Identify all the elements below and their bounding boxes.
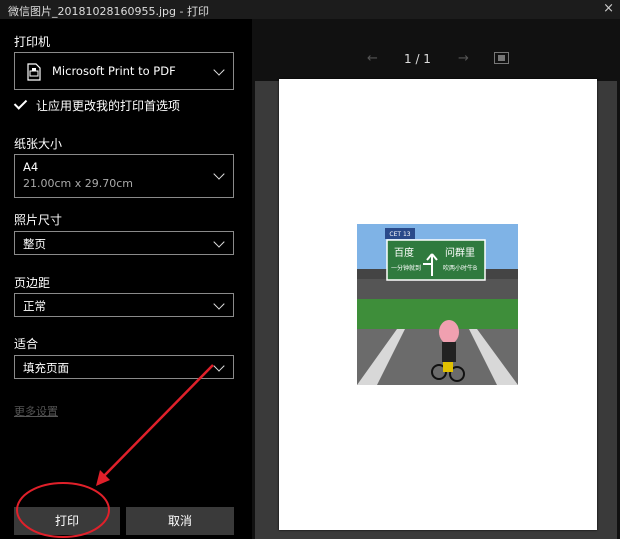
preview-pane: ← 1 / 1 → CET 13 百度 一分钟就到 问群里 吹两小时牛B	[252, 19, 620, 539]
paper-size-detail: 21.00cm x 29.70cm	[23, 177, 134, 190]
paper-size-select[interactable]: A4 21.00cm x 29.70cm	[14, 154, 234, 198]
title-bar: 微信图片_20181028160955.jpg - 打印 ×	[0, 0, 620, 19]
margins-label: 页边距	[14, 276, 51, 290]
settings-panel: 打印机 Microsoft Print to PDF 让应用更改我的打印首选项 …	[0, 19, 252, 539]
checkbox-icon[interactable]	[14, 97, 28, 111]
printer-label: 打印机	[14, 35, 51, 49]
printer-value: Microsoft Print to PDF	[52, 64, 176, 78]
sign-left-sub: 一分钟就到	[391, 264, 421, 272]
chevron-down-icon	[213, 236, 225, 248]
fit-select[interactable]: 填充页面	[14, 355, 234, 379]
next-page-icon[interactable]: →	[458, 51, 469, 66]
print-button[interactable]: 打印	[14, 507, 120, 535]
chevron-down-icon	[213, 298, 225, 310]
printer-select[interactable]: Microsoft Print to PDF	[14, 52, 234, 90]
cancel-button[interactable]: 取消	[126, 507, 234, 535]
fit-value: 填充页面	[23, 361, 69, 375]
paper-preview: CET 13 百度 一分钟就到 问群里 吹两小时牛B	[279, 79, 597, 530]
sign-right-place: 问群里	[445, 246, 475, 259]
window-title: 微信图片_20181028160955.jpg - 打印	[8, 5, 209, 18]
paper-size-value: A4	[23, 160, 39, 174]
margins-value: 正常	[23, 299, 46, 313]
photo-size-label: 照片尺寸	[14, 213, 63, 227]
chevron-down-icon	[213, 360, 225, 372]
margins-select[interactable]: 正常	[14, 293, 234, 317]
photo-thumbnail: CET 13 百度 一分钟就到 问群里 吹两小时牛B	[357, 224, 518, 385]
sign-right-sub: 吹两小时牛B	[443, 264, 477, 272]
fullscreen-icon[interactable]	[494, 52, 509, 64]
photo-size-select[interactable]: 整页	[14, 231, 234, 255]
photo-size-value: 整页	[23, 237, 46, 251]
more-settings-link[interactable]: 更多设置	[14, 403, 58, 419]
sign-plate: CET 13	[389, 231, 410, 238]
allow-app-prefs-label: 让应用更改我的打印首选项	[36, 99, 181, 113]
printer-icon	[27, 63, 41, 81]
close-icon[interactable]: ×	[603, 1, 614, 16]
chevron-down-icon	[213, 64, 225, 76]
sign-left-place: 百度	[394, 246, 414, 259]
prev-page-icon[interactable]: ←	[367, 51, 378, 66]
chevron-down-icon	[213, 168, 225, 180]
fit-label: 适合	[14, 337, 39, 351]
page-indicator: 1 / 1	[404, 52, 431, 66]
paper-size-label: 纸张大小	[14, 137, 63, 151]
